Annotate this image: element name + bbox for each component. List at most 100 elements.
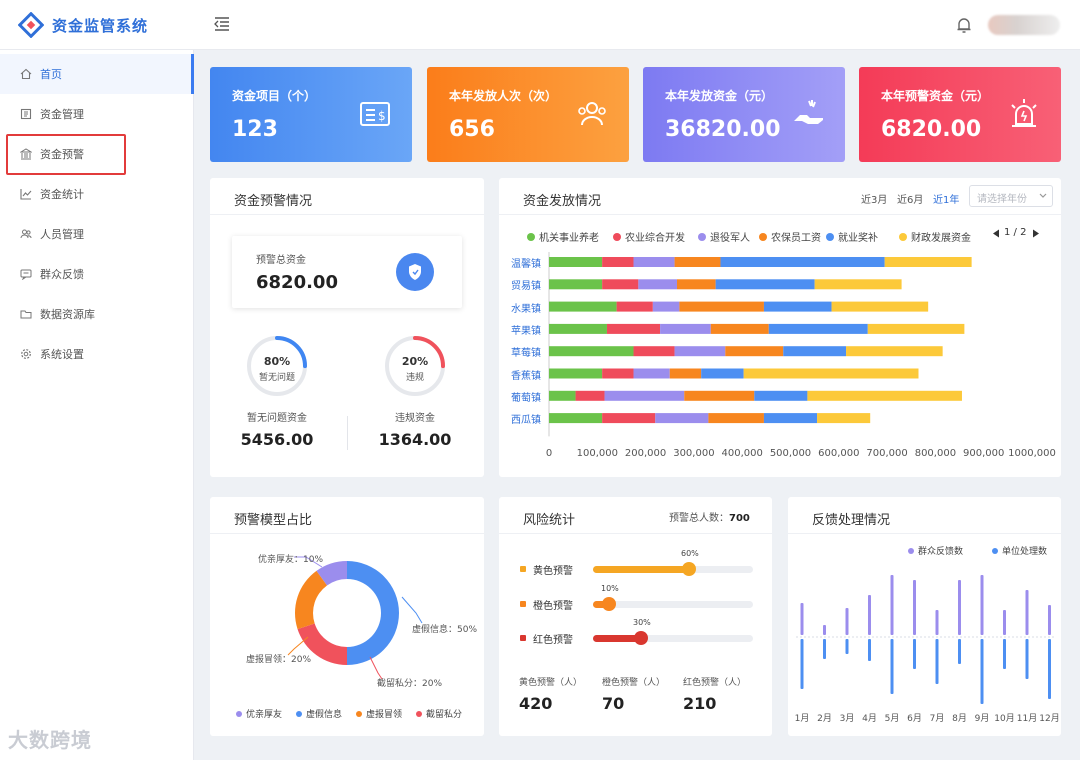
bar-segment[interactable]	[660, 323, 711, 334]
bar-handled-count[interactable]	[980, 639, 984, 704]
bar-segment[interactable]	[674, 257, 721, 267]
bar-segment[interactable]	[754, 390, 808, 401]
bar-handled-count[interactable]	[958, 639, 961, 664]
legend-item[interactable]: 优亲厚友	[236, 707, 282, 720]
bar-feedback-count[interactable]	[1003, 610, 1006, 635]
bar-segment[interactable]	[743, 368, 919, 379]
bar-feedback-count[interactable]	[890, 575, 894, 635]
bar-feedback-count[interactable]	[823, 625, 826, 635]
bar-segment[interactable]	[549, 323, 607, 334]
bar-segment[interactable]	[679, 301, 764, 312]
donut-slice[interactable]	[347, 561, 399, 665]
bar-feedback-count[interactable]	[800, 603, 804, 635]
bar-segment[interactable]	[606, 323, 661, 334]
sidebar-item-fund-management[interactable]: 资金管理	[0, 94, 194, 134]
risk-bar-knob[interactable]	[602, 597, 616, 611]
stat-card-warning-amount[interactable]: 本年预警资金（元） 6820.00	[859, 67, 1061, 162]
bar-segment[interactable]	[867, 323, 965, 334]
bar-handled-count[interactable]	[1003, 639, 1006, 669]
bell-icon[interactable]	[956, 16, 972, 34]
legend-item[interactable]: 农保员工资	[759, 229, 821, 244]
bar-segment[interactable]	[549, 257, 603, 267]
bar-segment[interactable]	[708, 413, 764, 424]
bar-segment[interactable]	[633, 346, 675, 357]
bar-handled-count[interactable]	[935, 639, 939, 684]
bar-segment[interactable]	[549, 390, 576, 401]
legend-item[interactable]: 虚假信息	[296, 707, 342, 720]
menu-collapse-icon[interactable]	[214, 16, 230, 32]
legend-item[interactable]: 群众反馈数	[908, 544, 963, 557]
bar-segment[interactable]	[763, 413, 818, 424]
bar-handled-count[interactable]	[800, 639, 804, 689]
bar-segment[interactable]	[817, 413, 871, 424]
bar-segment[interactable]	[669, 368, 702, 379]
bar-segment[interactable]	[831, 301, 929, 312]
bar-segment[interactable]	[602, 279, 639, 290]
sidebar-item-settings[interactable]: 系统设置	[0, 334, 194, 374]
bar-handled-count[interactable]	[868, 639, 871, 661]
bar-segment[interactable]	[715, 279, 815, 290]
bar-segment[interactable]	[655, 413, 709, 424]
stat-card-projects[interactable]: 资金项目（个） 123 $	[210, 67, 412, 162]
bar-segment[interactable]	[674, 346, 726, 357]
bar-handled-count[interactable]	[890, 639, 894, 694]
donut-slice[interactable]	[295, 570, 328, 630]
bar-feedback-count[interactable]	[868, 595, 871, 635]
bar-feedback-count[interactable]	[980, 575, 984, 635]
risk-bar-knob[interactable]	[634, 631, 648, 645]
bar-segment[interactable]	[633, 368, 670, 379]
bar-handled-count[interactable]	[823, 639, 826, 659]
bar-handled-count[interactable]	[1025, 639, 1029, 679]
bar-segment[interactable]	[720, 257, 885, 267]
bar-feedback-count[interactable]	[913, 580, 916, 635]
bar-handled-count[interactable]	[845, 639, 849, 654]
user-avatar[interactable]	[988, 15, 1060, 35]
bar-segment[interactable]	[549, 413, 603, 424]
sidebar-item-fund-statistics[interactable]: 资金统计	[0, 174, 194, 214]
bar-segment[interactable]	[884, 257, 972, 267]
bar-feedback-count[interactable]	[1048, 605, 1051, 635]
bar-segment[interactable]	[701, 368, 744, 379]
legend-item[interactable]: 农业综合开发	[613, 229, 685, 244]
bar-segment[interactable]	[725, 346, 784, 357]
bar-segment[interactable]	[676, 279, 716, 290]
bar-handled-count[interactable]	[1048, 639, 1051, 699]
stat-card-issue-count[interactable]: 本年发放人次（次） 656	[427, 67, 629, 162]
bar-segment[interactable]	[602, 257, 634, 267]
risk-bar-knob[interactable]	[682, 562, 696, 576]
bar-feedback-count[interactable]	[958, 580, 961, 635]
legend-item[interactable]: 财政发展资金	[899, 229, 971, 244]
sidebar-item-feedback[interactable]: 群众反馈	[0, 254, 194, 294]
bar-segment[interactable]	[616, 301, 653, 312]
bar-feedback-count[interactable]	[845, 608, 849, 635]
bar-segment[interactable]	[549, 346, 634, 357]
bar-segment[interactable]	[807, 390, 962, 401]
sidebar-item-home[interactable]: 首页	[0, 54, 194, 94]
bar-segment[interactable]	[633, 257, 675, 267]
sidebar-item-data-repository[interactable]: 数据资源库	[0, 294, 194, 334]
bar-segment[interactable]	[638, 279, 677, 290]
bar-segment[interactable]	[549, 279, 603, 290]
legend-item[interactable]: 截留私分	[416, 707, 462, 720]
bar-handled-count[interactable]	[913, 639, 916, 669]
legend-item[interactable]: 就业奖补	[826, 229, 878, 244]
bar-segment[interactable]	[652, 301, 680, 312]
bar-segment[interactable]	[602, 368, 634, 379]
bar-segment[interactable]	[575, 390, 605, 401]
bar-segment[interactable]	[783, 346, 847, 357]
bar-feedback-count[interactable]	[1025, 590, 1029, 635]
bar-segment[interactable]	[710, 323, 769, 334]
bar-feedback-count[interactable]	[935, 610, 939, 635]
legend-item[interactable]: 退役军人	[698, 229, 750, 244]
legend-item[interactable]: 虚报冒领	[356, 707, 402, 720]
stat-card-issue-amount[interactable]: 本年发放资金（元） 36820.00	[643, 67, 845, 162]
bar-segment[interactable]	[549, 368, 603, 379]
legend-item[interactable]: 单位处理数	[992, 544, 1047, 557]
bar-segment[interactable]	[763, 301, 832, 312]
bar-segment[interactable]	[549, 301, 617, 312]
bar-segment[interactable]	[768, 323, 868, 334]
bar-segment[interactable]	[684, 390, 755, 401]
sidebar-item-personnel[interactable]: 人员管理	[0, 214, 194, 254]
bar-segment[interactable]	[602, 413, 656, 424]
bar-segment[interactable]	[814, 279, 902, 290]
